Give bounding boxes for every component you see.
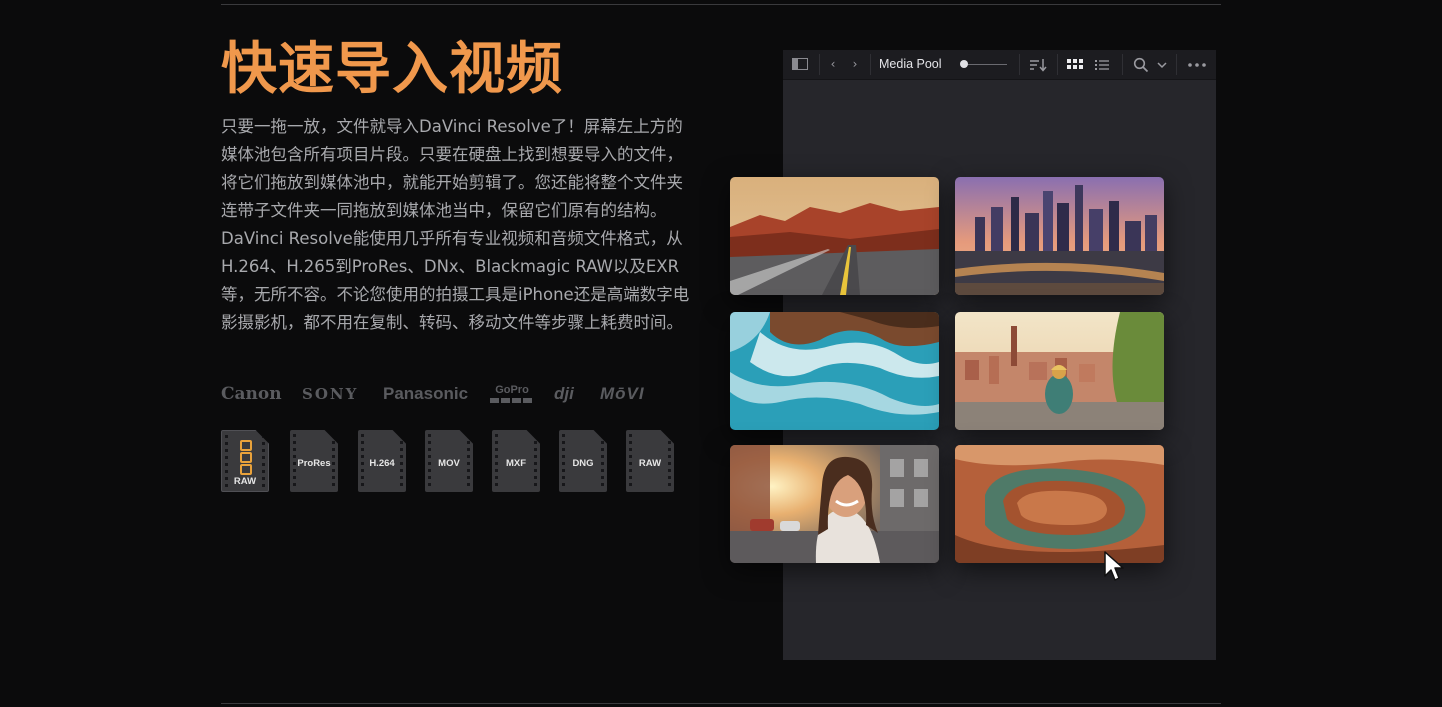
chevron-right-icon[interactable]: › [848,50,862,79]
clip-thumbnail-traveler-city[interactable] [955,312,1164,430]
clip-thumbnail-city-skyline[interactable] [955,177,1164,295]
format-prores-icon: ProRes [290,430,338,492]
grid-view-icon[interactable] [1067,50,1085,79]
search-icon[interactable] [1131,50,1151,79]
clip-thumbnail-desert-road[interactable] [730,177,939,295]
zoom-slider[interactable] [960,60,1007,68]
format-raw-icon: RAW [221,430,269,492]
format-label: MOV [438,458,460,469]
format-label: ProRes [297,458,331,469]
sony-logo: SONY [302,385,359,403]
sort-icon[interactable] [1027,50,1049,79]
chevron-left-icon[interactable]: ‹ [826,50,840,79]
more-options-icon[interactable] [1185,50,1209,79]
mouse-pointer-icon [1104,551,1124,581]
format-dng-icon: DNG [559,430,607,492]
format-raw-icon: RAW [626,430,674,492]
format-label: MXF [505,458,527,469]
file-format-icons: RAW ProRes H.264 MOV MXF DNG RAW [221,430,681,494]
clip-thumbnail-canyon-river[interactable] [955,445,1164,563]
chevron-down-icon[interactable] [1155,50,1169,79]
list-view-icon[interactable] [1093,50,1111,79]
gopro-wordmark: GoPro [495,384,529,396]
format-label: H.264 [369,458,395,469]
format-label: DNG [572,458,594,469]
bottom-divider [221,703,1221,704]
format-mov-icon: MOV [425,430,473,492]
zoom-slider-handle[interactable] [960,60,968,68]
dji-logo: dji [554,384,574,403]
sidebar-toggle-icon[interactable] [792,58,808,70]
media-pool-toolbar: ‹ › Media Pool [783,50,1216,80]
movi-logo: MōVI [600,384,645,403]
canon-logo: Canon [221,384,282,404]
gopro-logo: GoPro [490,385,534,403]
format-label: RAW [638,458,662,469]
section-title: 快速导入视频 [221,37,563,102]
section-description: 只要一拖一放，文件就导入DaVinci Resolve了！屏幕左上方的媒体池包含… [221,117,690,332]
clip-thumbnail-ocean-rocks[interactable] [730,312,939,430]
raw-chain-icon [240,440,252,476]
panasonic-logo: Panasonic [383,384,469,403]
media-pool-label: Media Pool [879,57,942,71]
format-mxf-icon: MXF [492,430,540,492]
format-label: RAW [233,476,257,487]
top-divider [221,4,1221,5]
format-h264-icon: H.264 [358,430,406,492]
camera-brand-logos: Canon SONY Panasonic GoPro dji MōVI [221,383,691,405]
clip-thumbnail-street-selfie[interactable] [730,445,939,563]
